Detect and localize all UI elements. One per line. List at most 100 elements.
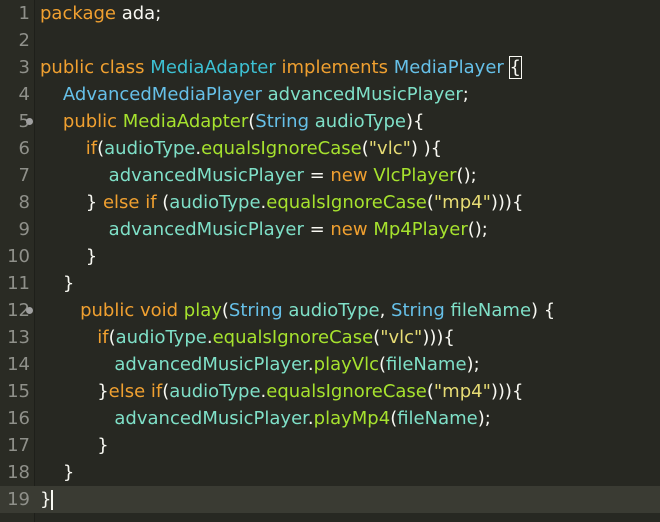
code-token: play [183, 300, 222, 321]
code-token: playVlc [313, 354, 379, 375]
code-line[interactable]: 15 }else if(audioType.equalsIgnoreCase("… [0, 378, 660, 405]
code-token: "mp4" [433, 381, 491, 402]
code-token: audioType [115, 327, 207, 348]
code-token: } [40, 381, 109, 402]
code-line[interactable]: 5 public MediaAdapter(String audioType){ [0, 108, 660, 135]
code-token: AdvancedMediaPlayer [62, 84, 268, 105]
code-line[interactable]: 6 if(audioType.equalsIgnoreCase("vlc") )… [0, 135, 660, 162]
code-token: (); [456, 165, 477, 186]
code-token: = [303, 219, 331, 240]
code-line[interactable]: 11 } [0, 270, 660, 297]
code-token: ) ){ [410, 138, 443, 159]
code-token: } [40, 489, 52, 510]
line-number: 16 [7, 408, 30, 429]
code-token: public [62, 111, 123, 132]
line-number: 3 [18, 57, 30, 78]
code-token: VlcPlayer [373, 165, 457, 186]
code-token: equalsIgnoreCase [266, 381, 427, 402]
code-line[interactable]: 13 if(audioType.equalsIgnoreCase("vlc"))… [0, 324, 660, 351]
fold-marker-icon[interactable] [26, 118, 33, 125]
code-token: ))){ [490, 192, 524, 213]
code-token: audioType [169, 381, 261, 402]
code-token: else if [108, 381, 163, 402]
code-token: advancedMusicPlayer [114, 408, 308, 429]
code-token: MediaAdapter [122, 111, 249, 132]
code-line[interactable]: 17 } [0, 432, 660, 459]
code-text: public void play(String audioType, Strin… [40, 297, 555, 324]
code-line[interactable]: 19} [0, 486, 660, 513]
code-line[interactable]: 18 } [0, 459, 660, 486]
code-token: { [508, 56, 523, 79]
code-token: "mp4" [433, 192, 491, 213]
code-line[interactable]: 10 } [0, 243, 660, 270]
line-number: 10 [7, 246, 30, 267]
code-token: ))){ [422, 327, 455, 348]
code-line[interactable]: 1 package ada; [0, 0, 660, 27]
code-token: } [40, 435, 109, 456]
code-token: } [40, 462, 75, 483]
code-token: audioType [169, 192, 261, 213]
code-token: MediaAdapter [150, 57, 282, 78]
line-number: 15 [7, 381, 30, 402]
code-line[interactable]: 14 advancedMusicPlayer.playVlc(fileName)… [0, 351, 660, 378]
code-token: ( [426, 192, 434, 213]
line-number: 18 [7, 462, 30, 483]
code-line[interactable]: 16 advancedMusicPlayer.playMp4(fileName)… [0, 405, 660, 432]
code-line[interactable]: 7 advancedMusicPlayer = new VlcPlayer(); [0, 162, 660, 189]
code-token: ( [361, 138, 369, 159]
code-token: ); [477, 408, 491, 429]
code-line[interactable]: 3 public class MediaAdapter implements Me… [0, 54, 660, 81]
code-text: } [40, 486, 54, 513]
code-editor[interactable]: 1 package ada; 2 3 public class MediaAdapter… [0, 0, 660, 522]
code-token: } [40, 273, 75, 294]
code-token: String [255, 111, 315, 132]
code-line[interactable]: 8 } else if (audioType.equalsIgnoreCase(… [0, 189, 660, 216]
line-number: 6 [18, 138, 30, 159]
code-token: new [330, 219, 374, 240]
code-text: } [40, 432, 109, 459]
code-text: public class MediaAdapter implements Med… [40, 54, 523, 81]
code-token: advancedMusicPlayer [267, 84, 463, 105]
code-line[interactable]: 12 public void play(String audioType, St… [0, 297, 660, 324]
code-token: else if [102, 192, 163, 213]
code-token: package [40, 3, 116, 24]
code-token: audioType [104, 138, 196, 159]
line-number: 14 [7, 354, 30, 375]
code-token: "vlc" [368, 138, 411, 159]
code-text: } else if (audioType.equalsIgnoreCase("m… [40, 189, 524, 216]
code-token: if [97, 327, 109, 348]
code-line[interactable]: 4 AdvancedMediaPlayer advancedMusicPlaye… [0, 81, 660, 108]
code-token: audioType [314, 111, 406, 132]
line-number: 1 [18, 3, 30, 24]
code-line[interactable]: 9 advancedMusicPlayer = new Mp4Player(); [0, 216, 660, 243]
code-token: ( [426, 381, 434, 402]
line-number: 4 [18, 84, 30, 105]
line-number: 8 [18, 192, 30, 213]
code-text: advancedMusicPlayer.playVlc(fileName); [40, 351, 479, 378]
code-token: ( [378, 354, 387, 375]
code-token: playMp4 [313, 408, 391, 429]
code-token: = [303, 165, 331, 186]
code-token: Mp4Player [373, 219, 468, 240]
code-token: ){ [405, 111, 425, 132]
line-number: 17 [7, 435, 30, 456]
code-text: }else if(audioType.equalsIgnoreCase("mp4… [40, 378, 523, 405]
line-number: 11 [7, 273, 30, 294]
code-token: ) { [531, 300, 556, 321]
code-token: audioType [288, 300, 380, 321]
code-token: advancedMusicPlayer [114, 354, 308, 375]
code-token: } [40, 246, 98, 267]
code-line[interactable]: 2 [0, 27, 660, 54]
code-token: ada; [116, 3, 162, 24]
code-token: , [379, 300, 392, 321]
fold-marker-icon[interactable] [26, 307, 33, 314]
code-token: new [330, 165, 374, 186]
